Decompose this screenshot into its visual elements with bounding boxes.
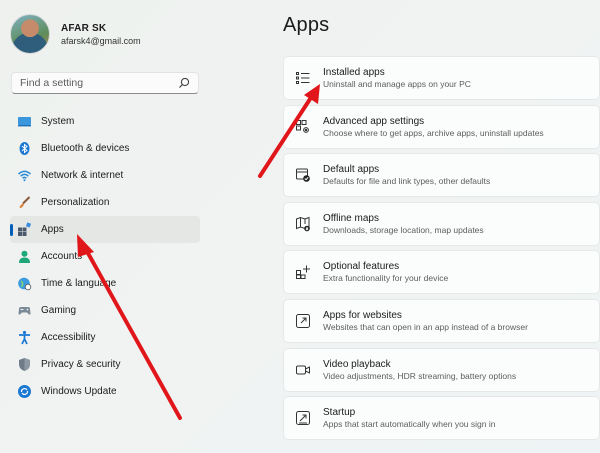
person-icon [17,249,32,264]
card-title: Offline maps [323,212,379,224]
sidebar: AFAR SK afarsk4@gmail.com Find a setting… [0,0,212,453]
card-offline-maps[interactable]: Offline maps Downloads, storage location… [283,201,600,246]
update-icon [17,384,32,399]
settings-card-list: Installed apps Uninstall and manage apps… [283,56,600,445]
card-title: Installed apps [323,67,385,78]
card-advanced-app-settings[interactable]: Advanced app settings Choose where to ge… [283,104,600,149]
sidebar-item-label: Apps [41,224,64,235]
card-startup[interactable]: Startup Apps that start automatically wh… [283,396,600,441]
card-description: Apps that start automatically when you s… [323,419,496,430]
sidebar-item-label: Network & internet [41,170,124,181]
card-text: Startup Apps that start automatically wh… [323,406,495,430]
profile-name: AFAR SK [61,22,107,34]
search-icon[interactable] [178,77,190,89]
video-icon [295,362,311,378]
sidebar-item-accounts[interactable]: Accounts [10,243,200,270]
card-text: Offline maps Downloads, storage location… [323,212,484,236]
card-text: Optional features Extra functionality fo… [323,260,448,284]
sidebar-item-bluetooth[interactable]: Bluetooth & devices [10,135,200,162]
sidebar-item-time-language[interactable]: Time & language [10,270,200,297]
sidebar-item-label: Accounts [41,251,83,262]
sidebar-nav: System Bluetooth & devices Network & int… [10,108,200,405]
card-description: Choose where to get apps, archive apps, … [323,127,544,138]
shield-icon [17,357,32,372]
card-text: Apps for websites Websites that can open… [323,309,528,333]
sidebar-item-label: Bluetooth & devices [41,143,130,154]
card-title: Optional features [323,261,400,273]
sidebar-item-apps[interactable]: Apps [10,216,200,243]
card-description: Video adjustments, HDR streaming, batter… [323,370,517,381]
card-optional-features[interactable]: Optional features Extra functionality fo… [283,250,600,295]
card-title: Video playback [323,358,391,370]
apps-icon [17,222,32,237]
profile[interactable]: AFAR SK afarsk4@gmail.com [10,14,141,54]
sidebar-item-label: Time & language [41,278,117,289]
globe-clock-icon [17,276,32,291]
startup-icon [295,410,311,426]
map-icon [295,216,311,232]
profile-text: AFAR SK afarsk4@gmail.com [61,22,141,47]
card-title: Apps for websites [323,309,402,321]
sidebar-item-network[interactable]: Network & internet [10,162,200,189]
card-title: Default apps [323,164,380,176]
sidebar-item-label: Windows Update [41,386,117,397]
card-apps-for-websites[interactable]: Apps for websites Websites that can open… [283,298,600,343]
card-default-apps[interactable]: Default apps Defaults for file and link … [283,153,600,198]
card-text: Installed apps Uninstall and manage apps… [323,66,471,90]
card-title: Advanced app settings [323,115,425,127]
sidebar-item-windows-update[interactable]: Windows Update [10,378,200,405]
avatar[interactable] [10,14,50,54]
card-installed-apps[interactable]: Installed apps Uninstall and manage apps… [283,56,600,100]
card-title: Startup [323,407,356,419]
card-description: Uninstall and manage apps on your PC [323,79,471,89]
brush-icon [17,195,32,210]
sidebar-item-label: Gaming [41,305,77,316]
sidebar-item-personalization[interactable]: Personalization [10,189,200,216]
default-apps-icon [295,167,311,183]
sidebar-item-label: Privacy & security [41,359,121,370]
gamepad-icon [17,303,32,318]
card-description: Defaults for file and link types, other … [323,176,491,187]
card-video-playback[interactable]: Video playback Video adjustments, HDR st… [283,347,600,392]
card-description: Extra functionality for your device [323,273,449,284]
page-title: Apps [283,14,330,36]
card-description: Downloads, storage location, map updates [323,224,484,235]
bluetooth-icon [17,141,32,156]
sidebar-item-accessibility[interactable]: Accessibility [10,324,200,351]
sidebar-item-label: Accessibility [41,332,96,343]
sidebar-item-label: System [41,116,75,127]
card-description: Websites that can open in an app instead… [323,321,528,332]
sidebar-item-gaming[interactable]: Gaming [10,297,200,324]
card-text: Default apps Defaults for file and link … [323,163,490,187]
wifi-icon [17,168,32,183]
accessibility-icon [17,330,32,345]
app-gear-icon [295,119,311,135]
open-link-icon [295,313,311,329]
sidebar-item-privacy-security[interactable]: Privacy & security [10,351,200,378]
add-grid-icon [295,264,311,280]
list-icon [295,70,311,86]
sidebar-item-system[interactable]: System [10,108,200,135]
search-input[interactable]: Find a setting [11,72,199,94]
card-text: Advanced app settings Choose where to ge… [323,115,544,139]
sidebar-item-label: Personalization [41,197,110,208]
monitor-icon [17,114,32,129]
search-placeholder: Find a setting [20,77,84,89]
profile-email: afarsk4@gmail.com [61,35,141,46]
card-text: Video playback Video adjustments, HDR st… [323,358,516,382]
